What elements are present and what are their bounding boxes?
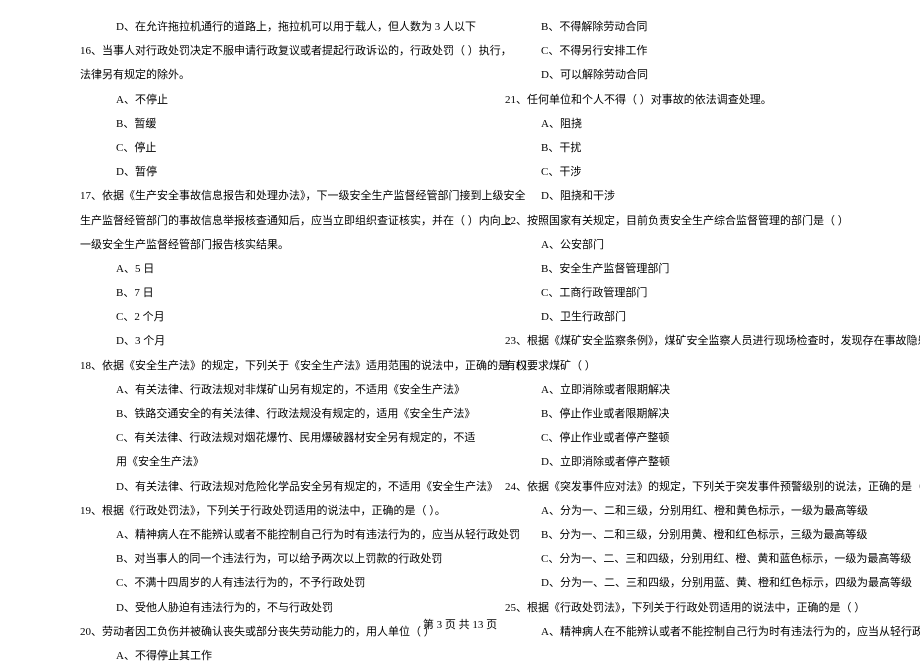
q19-option-b: B、对当事人的同一个违法行为，可以给予两次以上罚款的行政处罚: [80, 547, 485, 571]
q21: 21、任何单位和个人不得（ ）对事故的依法调查处理。: [505, 88, 910, 112]
q21-option-b: B、干扰: [505, 136, 910, 160]
q16: 16、当事人对行政处罚决定不服申请行政复议或者提起行政诉讼的，行政处罚（ ）执行…: [80, 39, 485, 63]
right-column: B、不得解除劳动合同 C、不得另行安排工作 D、可以解除劳动合同 21、任何单位…: [505, 15, 910, 668]
q20-option-a: A、不得停止其工作: [80, 644, 485, 668]
q19-option-a: A、精神病人在不能辨认或者不能控制自己行为时有违法行为的，应当从轻行政处罚: [80, 523, 485, 547]
q21-option-d: D、阻挠和干涉: [505, 184, 910, 208]
q17-cont2: 一级安全生产监督经管部门报告核实结果。: [80, 233, 485, 257]
q16-option-a: A、不停止: [80, 88, 485, 112]
q20-option-b: B、不得解除劳动合同: [505, 15, 910, 39]
q18-option-a: A、有关法律、行政法规对非煤矿山另有规定的，不适用《安全生产法》: [80, 378, 485, 402]
q17-option-d: D、3 个月: [80, 329, 485, 353]
q18-option-d: D、有关法律、行政法规对危险化学品安全另有规定的，不适用《安全生产法》: [80, 475, 485, 499]
q23-option-b: B、停止作业或者限期解决: [505, 402, 910, 426]
q23-option-d: D、立即消除或者停产整顿: [505, 450, 910, 474]
q23-option-c: C、停止作业或者停产整顿: [505, 426, 910, 450]
q16-option-b: B、暂缓: [80, 112, 485, 136]
q20-option-c: C、不得另行安排工作: [505, 39, 910, 63]
q17-option-c: C、2 个月: [80, 305, 485, 329]
q17-option-b: B、7 日: [80, 281, 485, 305]
q17-cont1: 生产监督经管部门的事故信息举报核查通知后，应当立即组织查证核实，并在（ ）内向上: [80, 209, 485, 233]
q20-option-d: D、可以解除劳动合同: [505, 63, 910, 87]
q16-option-d: D、暂停: [80, 160, 485, 184]
left-column: D、在允许拖拉机通行的道路上，拖拉机可以用于载人，但人数为 3 人以下 16、当…: [80, 15, 485, 668]
exam-page: D、在允许拖拉机通行的道路上，拖拉机可以用于载人，但人数为 3 人以下 16、当…: [0, 0, 920, 668]
q18: 18、依据《安全生产法》的规定，下列关于《安全生产法》适用范围的说法中，正确的是…: [80, 354, 485, 378]
page-footer: 第 3 页 共 13 页: [0, 616, 920, 632]
q22-option-b: B、安全生产监督管理部门: [505, 257, 910, 281]
q23-cont: 有权要求煤矿（ ）: [505, 354, 910, 378]
q23-option-a: A、立即消除或者限期解决: [505, 378, 910, 402]
q22: 22、按照国家有关规定，目前负责安全生产综合监督管理的部门是（ ）: [505, 209, 910, 233]
q22-option-d: D、卫生行政部门: [505, 305, 910, 329]
q17-option-a: A、5 日: [80, 257, 485, 281]
q22-option-a: A、公安部门: [505, 233, 910, 257]
q16-option-c: C、停止: [80, 136, 485, 160]
q21-option-a: A、阻挠: [505, 112, 910, 136]
q17: 17、依据《生产安全事故信息报告和处理办法》，下一级安全生产监督经管部门接到上级…: [80, 184, 485, 208]
q23: 23、根据《煤矿安全监察条例》，煤矿安全监察人员进行现场检查时，发现存在事故隐患…: [505, 329, 910, 353]
q18-option-c: C、有关法律、行政法规对烟花爆竹、民用爆破器材安全另有规定的，不适用《安全生产法…: [80, 426, 485, 474]
q24-option-a: A、分为一、二和三级，分别用红、橙和黄色标示，一级为最高等级: [505, 499, 910, 523]
q15-option-d: D、在允许拖拉机通行的道路上，拖拉机可以用于载人，但人数为 3 人以下: [80, 15, 485, 39]
q24-option-c: C、分为一、二、三和四级，分别用红、橙、黄和蓝色标示，一级为最高等级: [505, 547, 910, 571]
q19: 19、根据《行政处罚法》，下列关于行政处罚适用的说法中，正确的是（ ）。: [80, 499, 485, 523]
q16-cont: 法律另有规定的除外。: [80, 63, 485, 87]
q22-option-c: C、工商行政管理部门: [505, 281, 910, 305]
q24: 24、依据《突发事件应对法》的规定，下列关于突发事件预警级别的说法，正确的是（ …: [505, 475, 910, 499]
q24-option-b: B、分为一、二和三级，分别用黄、橙和红色标示，三级为最高等级: [505, 523, 910, 547]
q18-option-b: B、铁路交通安全的有关法律、行政法规没有规定的，适用《安全生产法》: [80, 402, 485, 426]
q19-option-c: C、不满十四周岁的人有违法行为的，不予行政处罚: [80, 571, 485, 595]
q24-option-d: D、分为一、二、三和四级，分别用蓝、黄、橙和红色标示，四级为最高等级: [505, 571, 910, 595]
q21-option-c: C、干涉: [505, 160, 910, 184]
